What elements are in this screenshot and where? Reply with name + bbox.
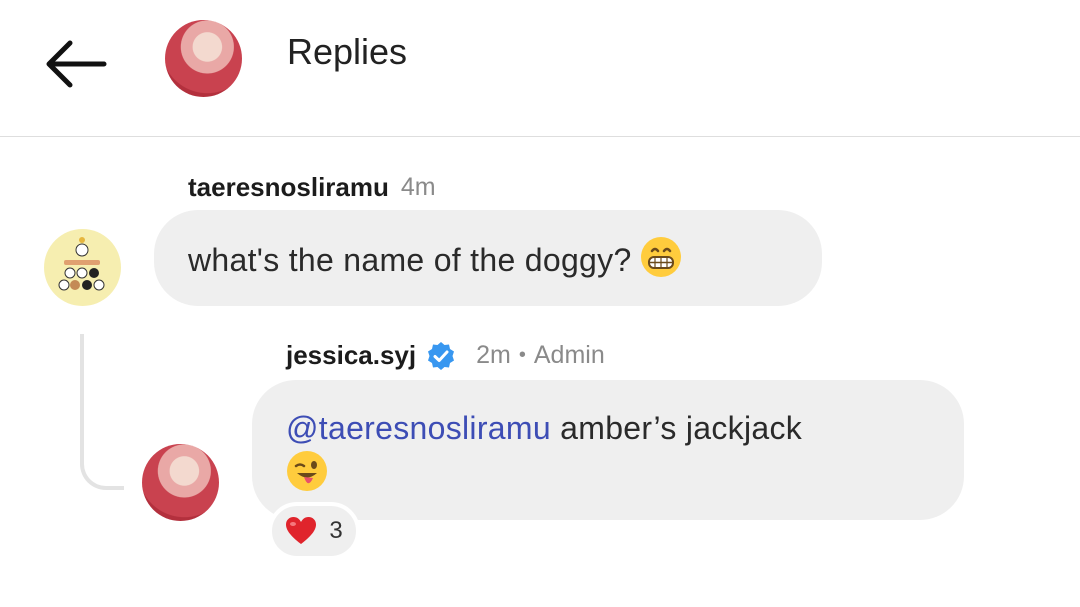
meta-separator: • <box>518 344 526 366</box>
mention-link[interactable]: @taeresnosliramu <box>286 410 551 446</box>
comment-username[interactable]: taeresnosliramu <box>188 172 389 203</box>
red-heart-icon <box>286 517 317 544</box>
cartoon-group-avatar-icon <box>58 237 105 291</box>
reply-avatar[interactable] <box>142 444 219 521</box>
reply-bubble[interactable]: @taeresnosliramu amber’s jackjack <box>252 380 964 520</box>
reaction-count: 3 <box>329 517 343 544</box>
header-avatar[interactable] <box>165 20 242 97</box>
thread-connector <box>80 334 124 490</box>
comment-meta: taeresnosliramu 4m <box>188 172 436 203</box>
page-title: Replies <box>287 31 408 72</box>
avatar[interactable] <box>44 229 121 306</box>
top-bar: Replies <box>0 0 1080 137</box>
winking-tongue-face-icon <box>286 450 328 503</box>
grinning-face-icon <box>640 236 682 289</box>
verified-badge-icon <box>428 341 455 370</box>
reply-time: 2m <box>476 341 511 369</box>
reaction-pill[interactable]: 3 <box>268 502 360 560</box>
arrow-left-icon <box>46 40 107 88</box>
comment-time: 4m <box>400 173 436 201</box>
admin-label: Admin <box>533 341 605 369</box>
reply-username[interactable]: jessica.syj <box>286 340 416 371</box>
reply-text: amber’s jackjack <box>550 410 803 446</box>
back-button[interactable] <box>40 34 112 94</box>
comment-text: what's the name of the doggy? <box>188 241 632 278</box>
reply-meta: jessica.syj 2m • Admin <box>286 340 605 371</box>
comment-bubble[interactable]: what's the name of the doggy? <box>154 210 822 306</box>
